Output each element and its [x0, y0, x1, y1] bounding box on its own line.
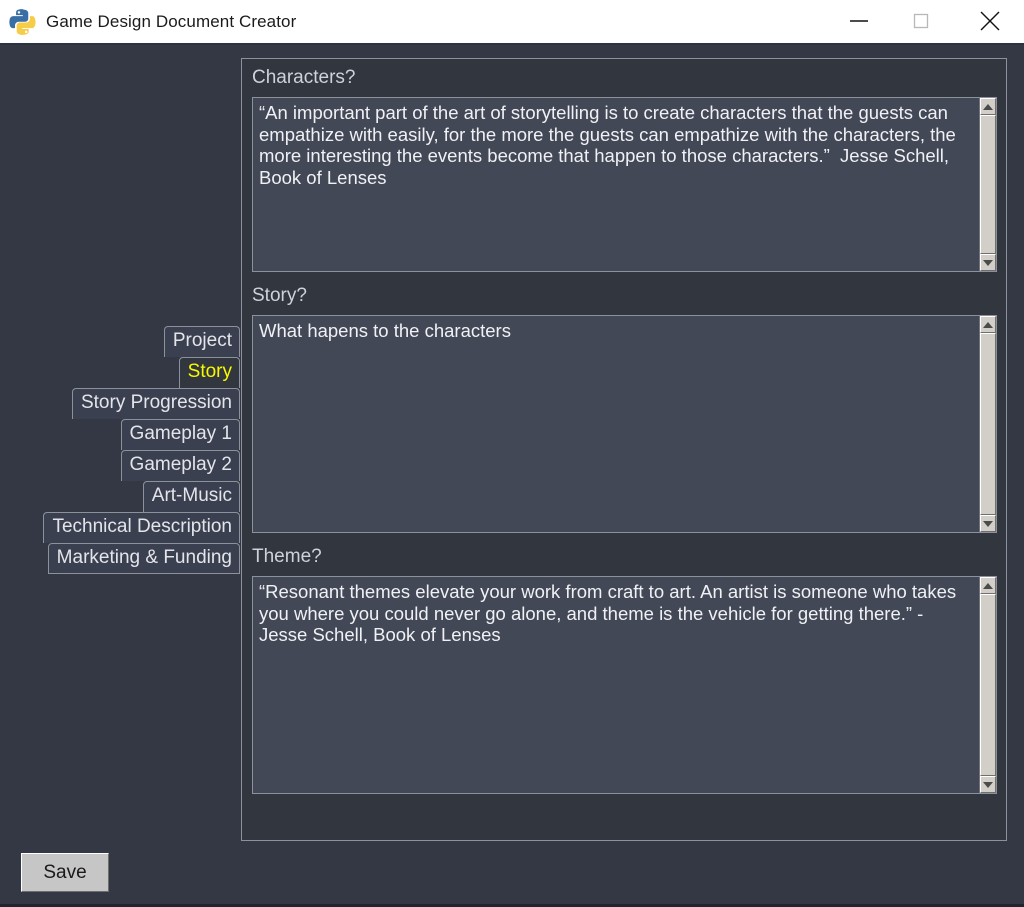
scroll-up-button[interactable] — [980, 98, 996, 115]
maximize-button[interactable] — [898, 0, 944, 42]
theme-text[interactable]: “Resonant themes elevate your work from … — [253, 577, 979, 793]
tab-sidebar: Project Story Story Progression Gameplay… — [0, 45, 241, 907]
scrollbar-track[interactable] — [980, 333, 996, 515]
tab-art-music[interactable]: Art-Music — [142, 481, 240, 512]
close-icon — [980, 11, 1000, 30]
chevron-down-icon — [983, 520, 993, 527]
minimize-icon — [850, 19, 868, 22]
minimize-button[interactable] — [836, 0, 882, 42]
characters-textbox[interactable]: “An important part of the art of storyte… — [252, 97, 997, 272]
tab-label: Gameplay 1 — [129, 423, 232, 444]
chevron-up-icon — [983, 582, 993, 589]
close-button[interactable] — [962, 0, 1018, 42]
theme-scrollbar[interactable] — [979, 577, 996, 793]
scrollbar-thumb[interactable] — [980, 115, 996, 254]
chevron-up-icon — [983, 321, 993, 328]
application-window: Game Design Document Creator Project Sto… — [0, 0, 1024, 907]
tab-label: Story Progression — [80, 392, 232, 413]
maximize-icon — [913, 13, 929, 28]
scroll-down-button[interactable] — [980, 776, 996, 793]
save-button[interactable]: Save — [21, 853, 109, 892]
story-textbox[interactable]: What hapens to the characters — [252, 315, 997, 533]
tab-label: Story — [187, 361, 232, 382]
scroll-down-button[interactable] — [980, 254, 996, 271]
tab-list: Project Story Story Progression Gameplay… — [43, 326, 240, 574]
tab-label: Technical Description — [52, 516, 232, 537]
story-tab-panel: Characters? “An important part of the ar… — [241, 58, 1007, 841]
characters-text[interactable]: “An important part of the art of storyte… — [253, 98, 979, 271]
scroll-up-button[interactable] — [980, 316, 996, 333]
tab-label: Art-Music — [151, 485, 232, 506]
story-label: Story? — [252, 285, 307, 306]
tab-label: Gameplay 2 — [129, 454, 232, 475]
tab-label: Project — [172, 330, 232, 351]
window-controls — [836, 0, 1024, 44]
tab-story-progression[interactable]: Story Progression — [71, 388, 240, 419]
theme-textbox[interactable]: “Resonant themes elevate your work from … — [252, 576, 997, 794]
window-title: Game Design Document Creator — [46, 11, 297, 31]
characters-label: Characters? — [252, 67, 356, 88]
tab-technical-description[interactable]: Technical Description — [43, 512, 240, 543]
chevron-up-icon — [983, 103, 993, 110]
chevron-down-icon — [983, 259, 993, 266]
tab-gameplay-1[interactable]: Gameplay 1 — [120, 419, 240, 450]
scrollbar-track[interactable] — [980, 115, 996, 254]
tab-gameplay-2[interactable]: Gameplay 2 — [120, 450, 240, 481]
scrollbar-thumb[interactable] — [980, 333, 996, 515]
chevron-down-icon — [983, 781, 993, 788]
scrollbar-thumb[interactable] — [980, 594, 996, 776]
python-logo-icon — [9, 8, 36, 35]
story-scrollbar[interactable] — [979, 316, 996, 532]
scroll-up-button[interactable] — [980, 577, 996, 594]
scroll-down-button[interactable] — [980, 515, 996, 532]
tab-project[interactable]: Project — [163, 326, 240, 357]
story-text[interactable]: What hapens to the characters — [253, 316, 979, 532]
scrollbar-track[interactable] — [980, 594, 996, 776]
characters-scrollbar[interactable] — [979, 98, 996, 271]
theme-label: Theme? — [252, 546, 322, 567]
tab-label: Marketing & Funding — [56, 547, 232, 568]
tab-story[interactable]: Story — [178, 357, 240, 388]
tab-marketing-funding[interactable]: Marketing & Funding — [47, 543, 240, 574]
title-bar: Game Design Document Creator — [0, 0, 1024, 45]
